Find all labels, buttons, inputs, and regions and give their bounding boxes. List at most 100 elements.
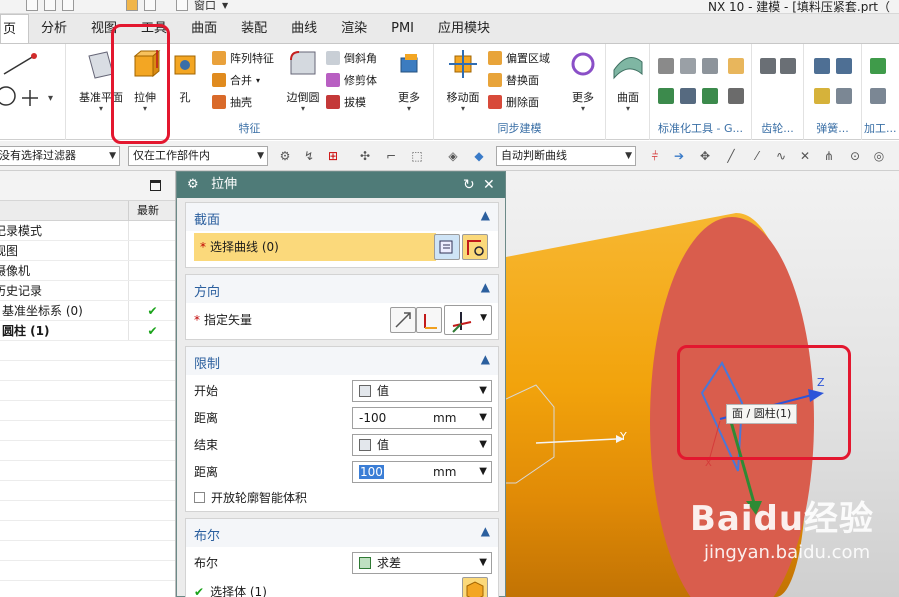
chevron-down-icon[interactable]: ▾ [436,105,490,113]
std-tool-icon[interactable] [728,58,744,74]
boolean-header[interactable]: 布尔 ▲ [186,519,498,547]
snap-settings-icon[interactable]: ⚙ [278,149,292,163]
start-type-select[interactable]: 值 ▼ [352,380,492,402]
cut-icon[interactable] [26,0,38,11]
sketch-tools-icon[interactable]: ▾ ▾ [0,44,66,135]
chevron-down-icon[interactable]: ▾ [256,76,260,85]
type-filter-select[interactable]: 没有选择过滤器 ▼ [0,146,120,166]
stop-at-intersection-icon[interactable]: ⫩ [648,149,662,163]
select-body-row[interactable]: ✔ 选择体 (1) [194,581,490,597]
shell-button[interactable]: 抽壳 [212,92,252,112]
gear-tool-icon[interactable] [780,58,796,74]
curve-rule-select[interactable]: 自动判断曲线 ▼ [496,146,636,166]
tab-render[interactable]: 渲染 [329,14,379,43]
pattern-feature-button[interactable]: 阵列特征 [212,48,274,68]
navigator-row[interactable]: 历史记录 [0,281,175,301]
spring-tool-icon[interactable] [836,88,852,104]
start-distance-input[interactable]: -100 mm ▼ [352,407,492,429]
std-tool-icon[interactable] [702,58,718,74]
machining-tool-icon[interactable] [870,58,886,74]
open-profile-checkbox[interactable] [194,492,205,503]
rectangle-select-icon[interactable]: ⬚ [410,149,424,163]
close-icon[interactable]: ✕ [483,172,495,198]
sketch-section-button[interactable] [434,234,460,260]
undo-icon[interactable] [44,0,56,11]
std-tool-icon[interactable] [658,88,674,104]
chevron-up-icon[interactable]: ▲ [481,352,490,366]
intersection-icon[interactable]: ✕ [798,149,812,163]
point-on-curve-icon[interactable]: ◎ [872,149,886,163]
open-profile-row[interactable]: 开放轮廓智能体积 [194,487,490,509]
select-curve-row[interactable]: * 选择曲线 (0) [194,233,436,261]
trim-body-button[interactable]: 修剪体 [326,70,377,90]
snap-point-icon[interactable]: ✥ [698,149,712,163]
edge-blend-button[interactable]: 边倒圆 ▾ [276,48,330,113]
point-snap-icon[interactable]: ✣ [358,149,372,163]
face-select-icon[interactable]: ◆ [472,149,486,163]
spring-tool-icon[interactable] [814,88,830,104]
endpoint-icon[interactable]: ╱ [724,149,738,163]
move-face-button[interactable]: 移动面 ▾ [436,48,490,113]
reverse-direction-button[interactable] [390,307,416,333]
chevron-up-icon[interactable]: ▲ [481,280,490,294]
boolean-select[interactable]: 求差 ▼ [352,552,492,574]
maximize-icon[interactable] [150,180,161,191]
navigator-row[interactable]: 记录模式 [0,221,175,241]
delete-face-button[interactable]: 删除面 [488,92,539,112]
tab-assembly[interactable]: 装配 [229,14,279,43]
follow-fillet-icon[interactable]: ➔ [672,149,686,163]
draft-button[interactable]: 拔模 [326,92,366,112]
tab-surface[interactable]: 曲面 [179,14,229,43]
window-menu[interactable]: 窗口 [194,0,216,13]
end-distance-input[interactable]: 100 mm ▼ [352,461,492,483]
column-latest[interactable]: 最新 [128,201,176,221]
select-filter-icon[interactable]: ↯ [302,149,316,163]
repeat-command-icon[interactable] [126,0,138,11]
unite-button[interactable]: 合并 ▾ [212,70,260,90]
tab-analysis[interactable]: 分析 [29,14,79,43]
std-tool-icon[interactable] [680,58,696,74]
control-point-icon[interactable]: ∿ [774,149,788,163]
selection-add-icon[interactable]: ⊞ [326,149,340,163]
navigator-row[interactable]: 圆柱 (1) ✔ [0,321,175,341]
curve-snap-icon[interactable]: ⌐ [384,149,398,163]
midpoint-icon[interactable]: ⁄ [750,149,764,163]
scope-select[interactable]: 仅在工作部件内 ▼ [128,146,268,166]
offset-region-button[interactable]: 偏置区域 [488,48,550,68]
tab-pmi[interactable]: PMI [379,14,426,43]
vector-dialog-button[interactable] [416,307,442,333]
chevron-down-icon[interactable]: ▾ [382,105,436,113]
tab-application[interactable]: 应用模块 [426,14,502,43]
chamfer-button[interactable]: 倒斜角 [326,48,377,68]
replace-face-button[interactable]: 替换面 [488,70,539,90]
curve-select-button[interactable] [462,234,488,260]
chevron-down-icon[interactable]: ▼ [222,1,228,10]
touch-mode-icon[interactable] [144,0,156,11]
chevron-down-icon[interactable]: ▾ [601,105,655,113]
body-select-icon[interactable]: ◈ [446,149,460,163]
select-body-button[interactable] [462,577,488,597]
limits-header[interactable]: 限制 ▲ [186,347,498,375]
machining-tool-icon[interactable] [870,88,886,104]
window-menu-icon[interactable] [176,0,188,11]
gear-icon[interactable]: ⚙ [187,172,199,198]
spring-tool-icon[interactable] [814,58,830,74]
surface-button[interactable]: 曲面 ▾ [601,48,655,113]
navigator-row[interactable]: 视图 [0,241,175,261]
navigator-row[interactable]: 摄像机 [0,261,175,281]
std-tool-icon[interactable] [728,88,744,104]
specify-vector-label[interactable]: 指定矢量 [204,313,252,327]
tab-home[interactable]: 页 [0,14,30,43]
redo-icon[interactable] [62,0,74,11]
std-tool-icon[interactable] [658,58,674,74]
std-tool-icon[interactable] [680,88,696,104]
arc-center-icon[interactable]: ⋔ [822,149,836,163]
vector-type-dropdown[interactable]: ▼ [444,305,492,335]
reset-icon[interactable]: ↻ [463,172,475,198]
std-tool-icon[interactable] [702,88,718,104]
more-features-button[interactable]: 更多 ▾ [382,48,436,113]
navigator-row[interactable]: 基准坐标系 (0) ✔ [0,301,175,321]
chevron-up-icon[interactable]: ▲ [481,524,490,538]
spring-tool-icon[interactable] [836,58,852,74]
end-type-select[interactable]: 值 ▼ [352,434,492,456]
